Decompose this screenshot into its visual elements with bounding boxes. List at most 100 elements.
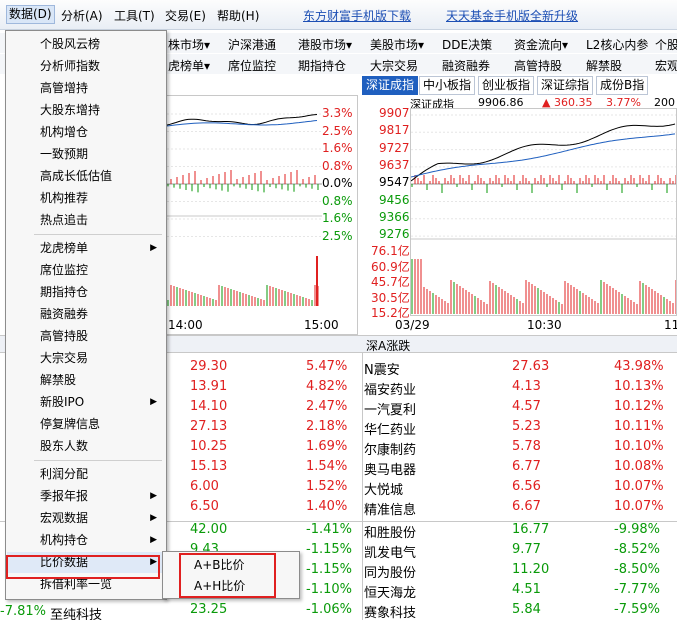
toolbar-item[interactable]: 期指持仓 (298, 57, 346, 74)
toolbar-item[interactable]: DDE决策 (442, 36, 492, 53)
pct-tick-label: 0.8% (322, 158, 353, 173)
pct-tick-label: 1.6% (322, 141, 353, 155)
dropdown-item[interactable]: 高成长低估值 (7, 166, 165, 187)
dropdown-item[interactable]: 宏观数据 ▶ (7, 508, 165, 529)
table-row[interactable]: 恒天海龙 4.51 -7.77% (364, 582, 677, 602)
toolbar-item[interactable]: 大宗交易 (370, 57, 418, 74)
menu-bar: 数据(D) 分析(A) 工具(T) 交易(E) 帮助(H) 东方财富手机版下载 … (0, 0, 677, 30)
dropdown-item[interactable]: 股东人数 (7, 436, 165, 457)
pct-cell: 2.47% (306, 399, 348, 414)
tab-cyb[interactable]: 创业板指 (478, 76, 535, 95)
toolbar-item[interactable]: 株市场▾ (168, 36, 210, 53)
table-row[interactable]: 大悦城 6.56 10.07% (364, 479, 677, 499)
dropdown-item[interactable]: 机构增仓 (7, 122, 165, 143)
tab-zxb[interactable]: 中小板指 (419, 76, 476, 95)
dropdown-item[interactable]: 热点追击 (7, 210, 165, 231)
dropdown-item[interactable]: 停复牌信息 (7, 414, 165, 435)
price-cell: 6.67 (512, 499, 541, 514)
dropdown-item[interactable]: 龙虎榜单 ▶ (7, 238, 165, 259)
stock-name-cell: 恒天海龙 (364, 586, 417, 601)
toolbar-item[interactable]: 个股 (655, 36, 677, 53)
menu-separator (34, 234, 162, 235)
dropdown-item[interactable]: 席位监控 (7, 260, 165, 281)
dropdown-item-label: 利润分配 (40, 467, 89, 481)
tab-cfb[interactable]: 成份B指 (596, 76, 649, 95)
toolbar-item[interactable]: 宏观 (655, 57, 677, 74)
dropdown-item-label: 机构推荐 (40, 191, 89, 205)
table-row[interactable]: 华仁药业 5.23 10.11% (364, 419, 677, 439)
dropdown-item-label: 解禁股 (40, 373, 77, 387)
price-tick-label: 9456 (379, 192, 410, 207)
menu-trade[interactable]: 交易(E) (165, 7, 206, 24)
toolbar-item[interactable]: 解禁股 (586, 57, 622, 74)
dropdown-item[interactable]: 个股风云榜 (7, 34, 165, 55)
dropdown-item[interactable]: 期指持仓 (7, 282, 165, 303)
volume-tick-label: 76.1亿 (371, 244, 410, 258)
dropdown-item[interactable]: 机构持仓 ▶ (7, 530, 165, 551)
right-time-label: 03/29 (395, 318, 430, 332)
dropdown-item[interactable]: 分析师指数 (7, 56, 165, 77)
right-time-label: 10:30 (527, 318, 562, 332)
dropdown-item[interactable]: 高管增持 (7, 78, 165, 99)
dropdown-item-label: 热点追击 (40, 213, 89, 227)
dropdown-item[interactable]: 融资融券 (7, 304, 165, 325)
stock-name-cell: N震安 (364, 363, 400, 378)
table-row[interactable]: 同为股份 11.20 -8.50% (364, 562, 677, 582)
tab-szcz[interactable]: 深证成指 (362, 76, 419, 95)
toolbar-item[interactable]: 高管持股 (514, 57, 562, 74)
table-row[interactable]: 奥马电器 6.77 10.08% (364, 459, 677, 479)
menu-help[interactable]: 帮助(H) (217, 7, 259, 24)
table-row[interactable]: 一汽夏利 4.57 10.12% (364, 399, 677, 419)
toolbar-item[interactable]: 沪深港通 (228, 36, 276, 53)
dropdown-item-label: 高管增持 (40, 81, 89, 95)
stock-name-cell: 福安药业 (364, 383, 417, 398)
toolbar-item[interactable]: 美股市场▾ (370, 36, 424, 53)
table-row[interactable]: 福安药业 4.13 10.13% (364, 379, 677, 399)
table-row[interactable]: 赛象科技 5.84 -7.59% (364, 602, 677, 620)
price-cell: 4.57 (512, 399, 541, 414)
pct-cell: -7.59% (614, 602, 660, 617)
dropdown-item[interactable]: 季报年报 ▶ (7, 486, 165, 507)
table-row[interactable]: N震安 27.63 43.98% (364, 359, 677, 379)
dropdown-item[interactable]: 大宗交易 (7, 348, 165, 369)
pct-cell: -1.15% (306, 542, 352, 557)
dropdown-item[interactable]: 机构推荐 (7, 188, 165, 209)
pct-cell: 10.13% (614, 379, 664, 394)
dropdown-item[interactable]: 解禁股 (7, 370, 165, 391)
toolbar-item[interactable]: 融资融券 (442, 57, 490, 74)
submenu-arrow-icon: ▶ (150, 513, 157, 523)
table-row[interactable]: 凯发电气 9.77 -8.52% (364, 542, 677, 562)
right-intraday-chart (410, 108, 677, 316)
table-divider (362, 353, 363, 620)
pct-cell: 5.47% (306, 359, 348, 374)
toolbar-item[interactable]: 虎榜单▾ (168, 57, 210, 74)
submenu-arrow-icon: ▶ (150, 243, 157, 253)
table-row[interactable]: 精准信息 6.67 10.07% (364, 499, 677, 519)
table-row[interactable]: 和胜股份 16.77 -9.98% (364, 522, 677, 542)
table-row[interactable]: 尔康制药 5.78 10.10% (364, 439, 677, 459)
price-cell: 15.13 (190, 459, 228, 474)
promo-link-fund[interactable]: 天天基金手机版全新升级 (446, 7, 578, 24)
promo-link-mobile[interactable]: 东方财富手机版下载 (303, 7, 411, 24)
toolbar-item[interactable]: 席位监控 (228, 57, 276, 74)
stock-name-cell: 一汽夏利 (364, 403, 417, 418)
dropdown-item-label: 机构增仓 (40, 125, 89, 139)
dropdown-item[interactable]: 高管持股 (7, 326, 165, 347)
dropdown-item[interactable]: 利润分配 (7, 464, 165, 485)
dropdown-item[interactable]: 新股IPO ▶ (7, 392, 165, 413)
pct-cell: 10.07% (614, 479, 664, 494)
menu-data[interactable]: 数据(D) (6, 5, 55, 24)
toolbar-item[interactable]: 港股市场▾ (298, 36, 352, 53)
submenu-arrow-icon: ▶ (150, 535, 157, 545)
right-time-label: 11 (664, 318, 677, 332)
dropdown-item[interactable]: 一致预期 (7, 144, 165, 165)
dropdown-item[interactable]: 大股东增持 (7, 100, 165, 121)
toolbar-item[interactable]: L2核心内参 (586, 36, 648, 53)
menu-tools[interactable]: 工具(T) (114, 7, 155, 24)
tab-szzz[interactable]: 深证综指 (537, 76, 594, 95)
pct-cell: 1.54% (306, 459, 348, 474)
menu-analysis[interactable]: 分析(A) (61, 7, 103, 24)
toolbar-item[interactable]: 资金流向▾ (514, 36, 568, 53)
pct-tick-label: 3.3% (322, 106, 353, 120)
price-cell: 5.23 (512, 419, 541, 434)
